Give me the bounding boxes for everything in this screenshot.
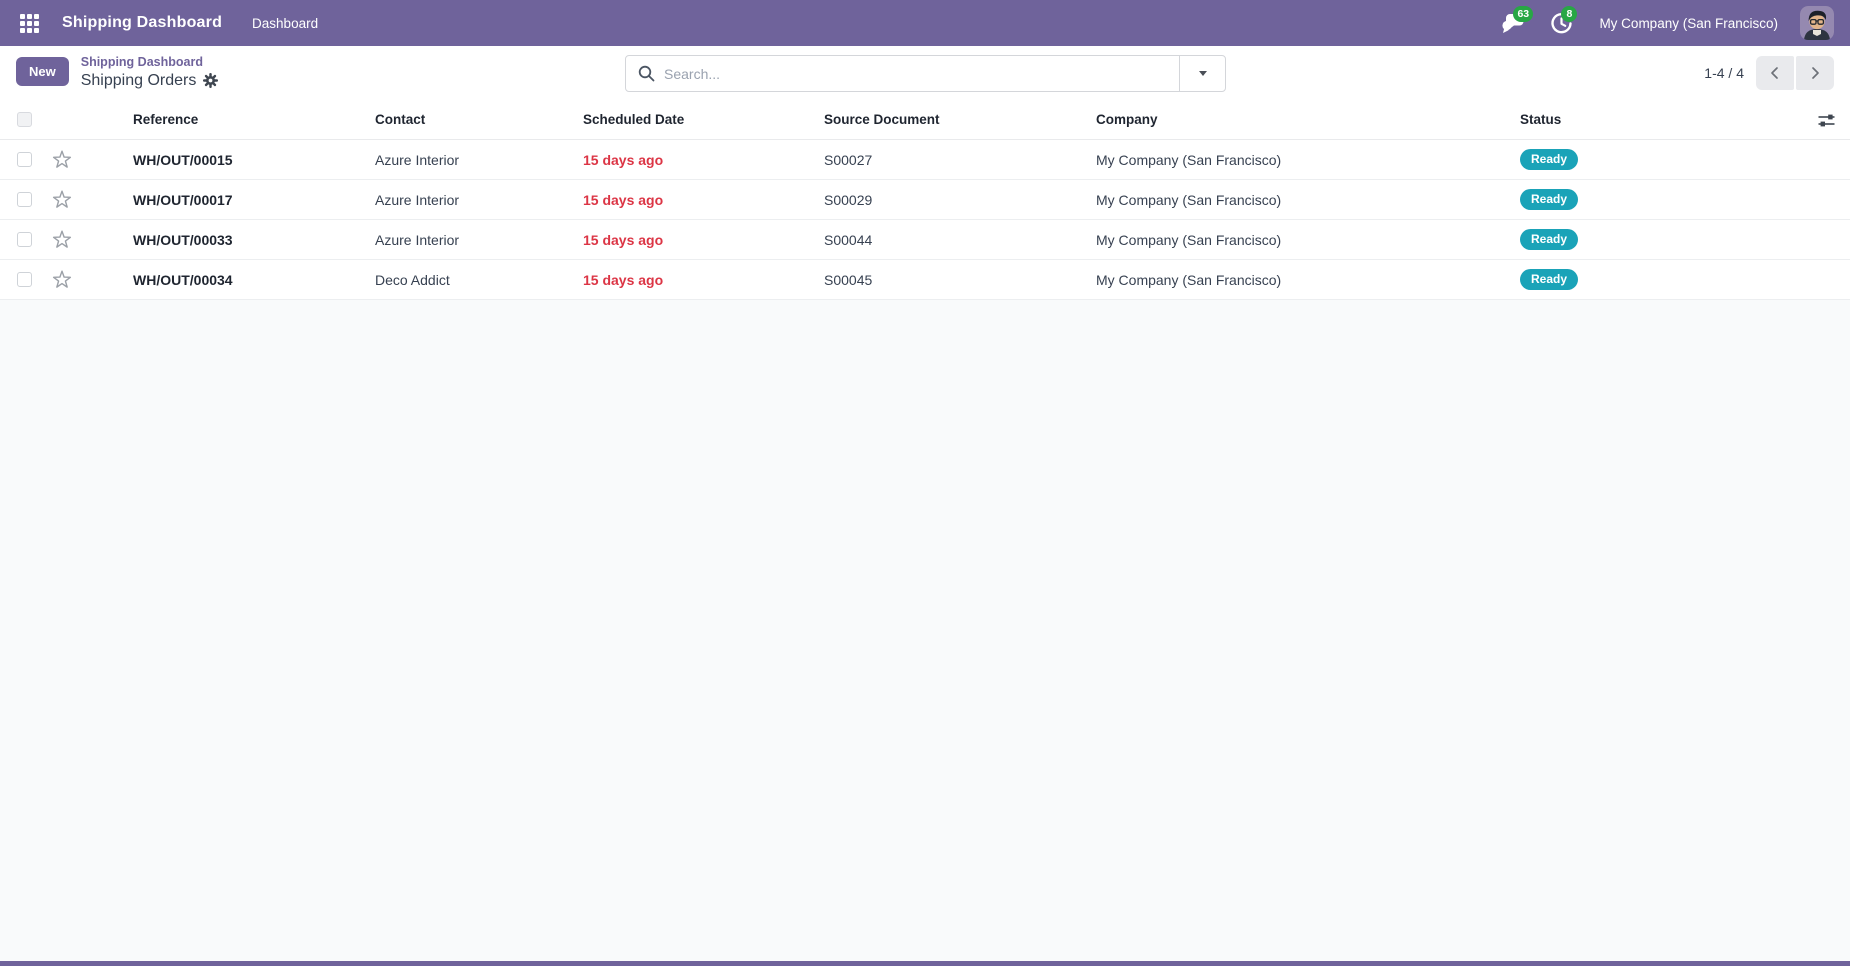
cell-company: My Company (San Francisco) bbox=[1096, 152, 1520, 168]
actions-gear-button[interactable] bbox=[203, 73, 218, 88]
activities-count-badge: 8 bbox=[1561, 6, 1577, 22]
cell-company: My Company (San Francisco) bbox=[1096, 272, 1520, 288]
sliders-icon bbox=[1817, 113, 1836, 128]
favorite-star-button[interactable] bbox=[44, 150, 88, 169]
column-header-reference[interactable]: Reference bbox=[88, 112, 375, 127]
empty-content-area bbox=[0, 300, 1850, 961]
cell-reference: WH/OUT/00017 bbox=[88, 192, 375, 208]
pager-next-button[interactable] bbox=[1796, 56, 1834, 90]
search-icon bbox=[638, 65, 655, 82]
column-header-status[interactable]: Status bbox=[1520, 112, 1850, 127]
table-row[interactable]: WH/OUT/00017 Azure Interior 15 days ago … bbox=[0, 180, 1850, 220]
cell-scheduled-date: 15 days ago bbox=[583, 272, 824, 288]
cell-reference: WH/OUT/00034 bbox=[88, 272, 375, 288]
row-checkbox[interactable] bbox=[17, 272, 32, 287]
search-input-area bbox=[626, 56, 1179, 91]
cell-source-document: S00045 bbox=[824, 272, 1096, 288]
cell-source-document: S00029 bbox=[824, 192, 1096, 208]
status-badge: Ready bbox=[1520, 149, 1578, 169]
top-navbar: Shipping Dashboard Dashboard 63 8 My Com… bbox=[0, 0, 1850, 46]
status-badge: Ready bbox=[1520, 229, 1578, 249]
row-checkbox[interactable] bbox=[17, 232, 32, 247]
cell-scheduled-date: 15 days ago bbox=[583, 232, 824, 248]
breadcrumb-area: New Shipping Dashboard Shipping Orders bbox=[16, 55, 218, 91]
select-all-checkbox[interactable] bbox=[17, 112, 32, 127]
caret-down-icon bbox=[1199, 71, 1207, 76]
search-filters-toggle[interactable] bbox=[1179, 56, 1225, 91]
new-button[interactable]: New bbox=[16, 57, 69, 86]
shipping-orders-list: Reference Contact Scheduled Date Source … bbox=[0, 100, 1850, 300]
avatar bbox=[1800, 6, 1834, 40]
navbar-right: 63 8 My Company (San Francisco) bbox=[1493, 0, 1838, 46]
cell-contact: Azure Interior bbox=[375, 192, 583, 208]
column-header-source-document[interactable]: Source Document bbox=[824, 112, 1096, 127]
current-app-name[interactable]: Shipping Dashboard bbox=[56, 14, 228, 32]
apps-grid-icon bbox=[20, 14, 39, 33]
chevron-left-icon bbox=[1770, 66, 1780, 80]
breadcrumb: Shipping Dashboard Shipping Orders bbox=[81, 55, 219, 91]
activities-button[interactable]: 8 bbox=[1541, 0, 1581, 46]
cell-contact: Deco Addict bbox=[375, 272, 583, 288]
star-icon bbox=[52, 230, 72, 249]
favorite-star-button[interactable] bbox=[44, 270, 88, 289]
row-checkbox[interactable] bbox=[17, 152, 32, 167]
table-row[interactable]: WH/OUT/00033 Azure Interior 15 days ago … bbox=[0, 220, 1850, 260]
favorite-star-button[interactable] bbox=[44, 190, 88, 209]
cell-source-document: S00044 bbox=[824, 232, 1096, 248]
cell-reference: WH/OUT/00033 bbox=[88, 232, 375, 248]
pager-range[interactable]: 1-4 / 4 bbox=[1704, 65, 1744, 81]
apps-menu-button[interactable] bbox=[12, 6, 46, 40]
search-input[interactable] bbox=[664, 66, 1167, 82]
breadcrumb-parent-link[interactable]: Shipping Dashboard bbox=[81, 55, 219, 71]
column-header-contact[interactable]: Contact bbox=[375, 112, 583, 127]
cell-company: My Company (San Francisco) bbox=[1096, 232, 1520, 248]
column-header-scheduled-date[interactable]: Scheduled Date bbox=[583, 112, 824, 127]
cell-reference: WH/OUT/00015 bbox=[88, 152, 375, 168]
cell-scheduled-date: 15 days ago bbox=[583, 192, 824, 208]
column-settings-button[interactable] bbox=[1817, 100, 1836, 140]
bottom-accent-strip bbox=[0, 961, 1850, 966]
cell-contact: Azure Interior bbox=[375, 232, 583, 248]
cell-source-document: S00027 bbox=[824, 152, 1096, 168]
pager: 1-4 / 4 bbox=[1704, 56, 1834, 90]
star-icon bbox=[52, 270, 72, 289]
cell-scheduled-date: 15 days ago bbox=[583, 152, 824, 168]
search-bar bbox=[625, 55, 1226, 92]
table-row[interactable]: WH/OUT/00034 Deco Addict 15 days ago S00… bbox=[0, 260, 1850, 300]
user-menu-button[interactable] bbox=[1796, 6, 1838, 40]
star-icon bbox=[52, 190, 72, 209]
control-panel: New Shipping Dashboard Shipping Orders bbox=[0, 46, 1850, 100]
pager-previous-button[interactable] bbox=[1756, 56, 1794, 90]
page-title: Shipping Orders bbox=[81, 71, 197, 91]
status-badge: Ready bbox=[1520, 189, 1578, 209]
company-switcher[interactable]: My Company (San Francisco) bbox=[1589, 0, 1788, 46]
messages-count-badge: 63 bbox=[1513, 6, 1533, 22]
star-icon bbox=[52, 150, 72, 169]
cell-company: My Company (San Francisco) bbox=[1096, 192, 1520, 208]
table-header-row: Reference Contact Scheduled Date Source … bbox=[0, 100, 1850, 140]
messages-button[interactable]: 63 bbox=[1493, 0, 1533, 46]
status-badge: Ready bbox=[1520, 269, 1578, 289]
row-checkbox[interactable] bbox=[17, 192, 32, 207]
favorite-star-button[interactable] bbox=[44, 230, 88, 249]
nav-menu-dashboard[interactable]: Dashboard bbox=[238, 0, 332, 46]
column-header-company[interactable]: Company bbox=[1096, 112, 1520, 127]
chevron-right-icon bbox=[1810, 66, 1820, 80]
gear-icon bbox=[203, 73, 218, 88]
cell-contact: Azure Interior bbox=[375, 152, 583, 168]
table-row[interactable]: WH/OUT/00015 Azure Interior 15 days ago … bbox=[0, 140, 1850, 180]
navbar-left: Shipping Dashboard Dashboard bbox=[12, 0, 332, 46]
